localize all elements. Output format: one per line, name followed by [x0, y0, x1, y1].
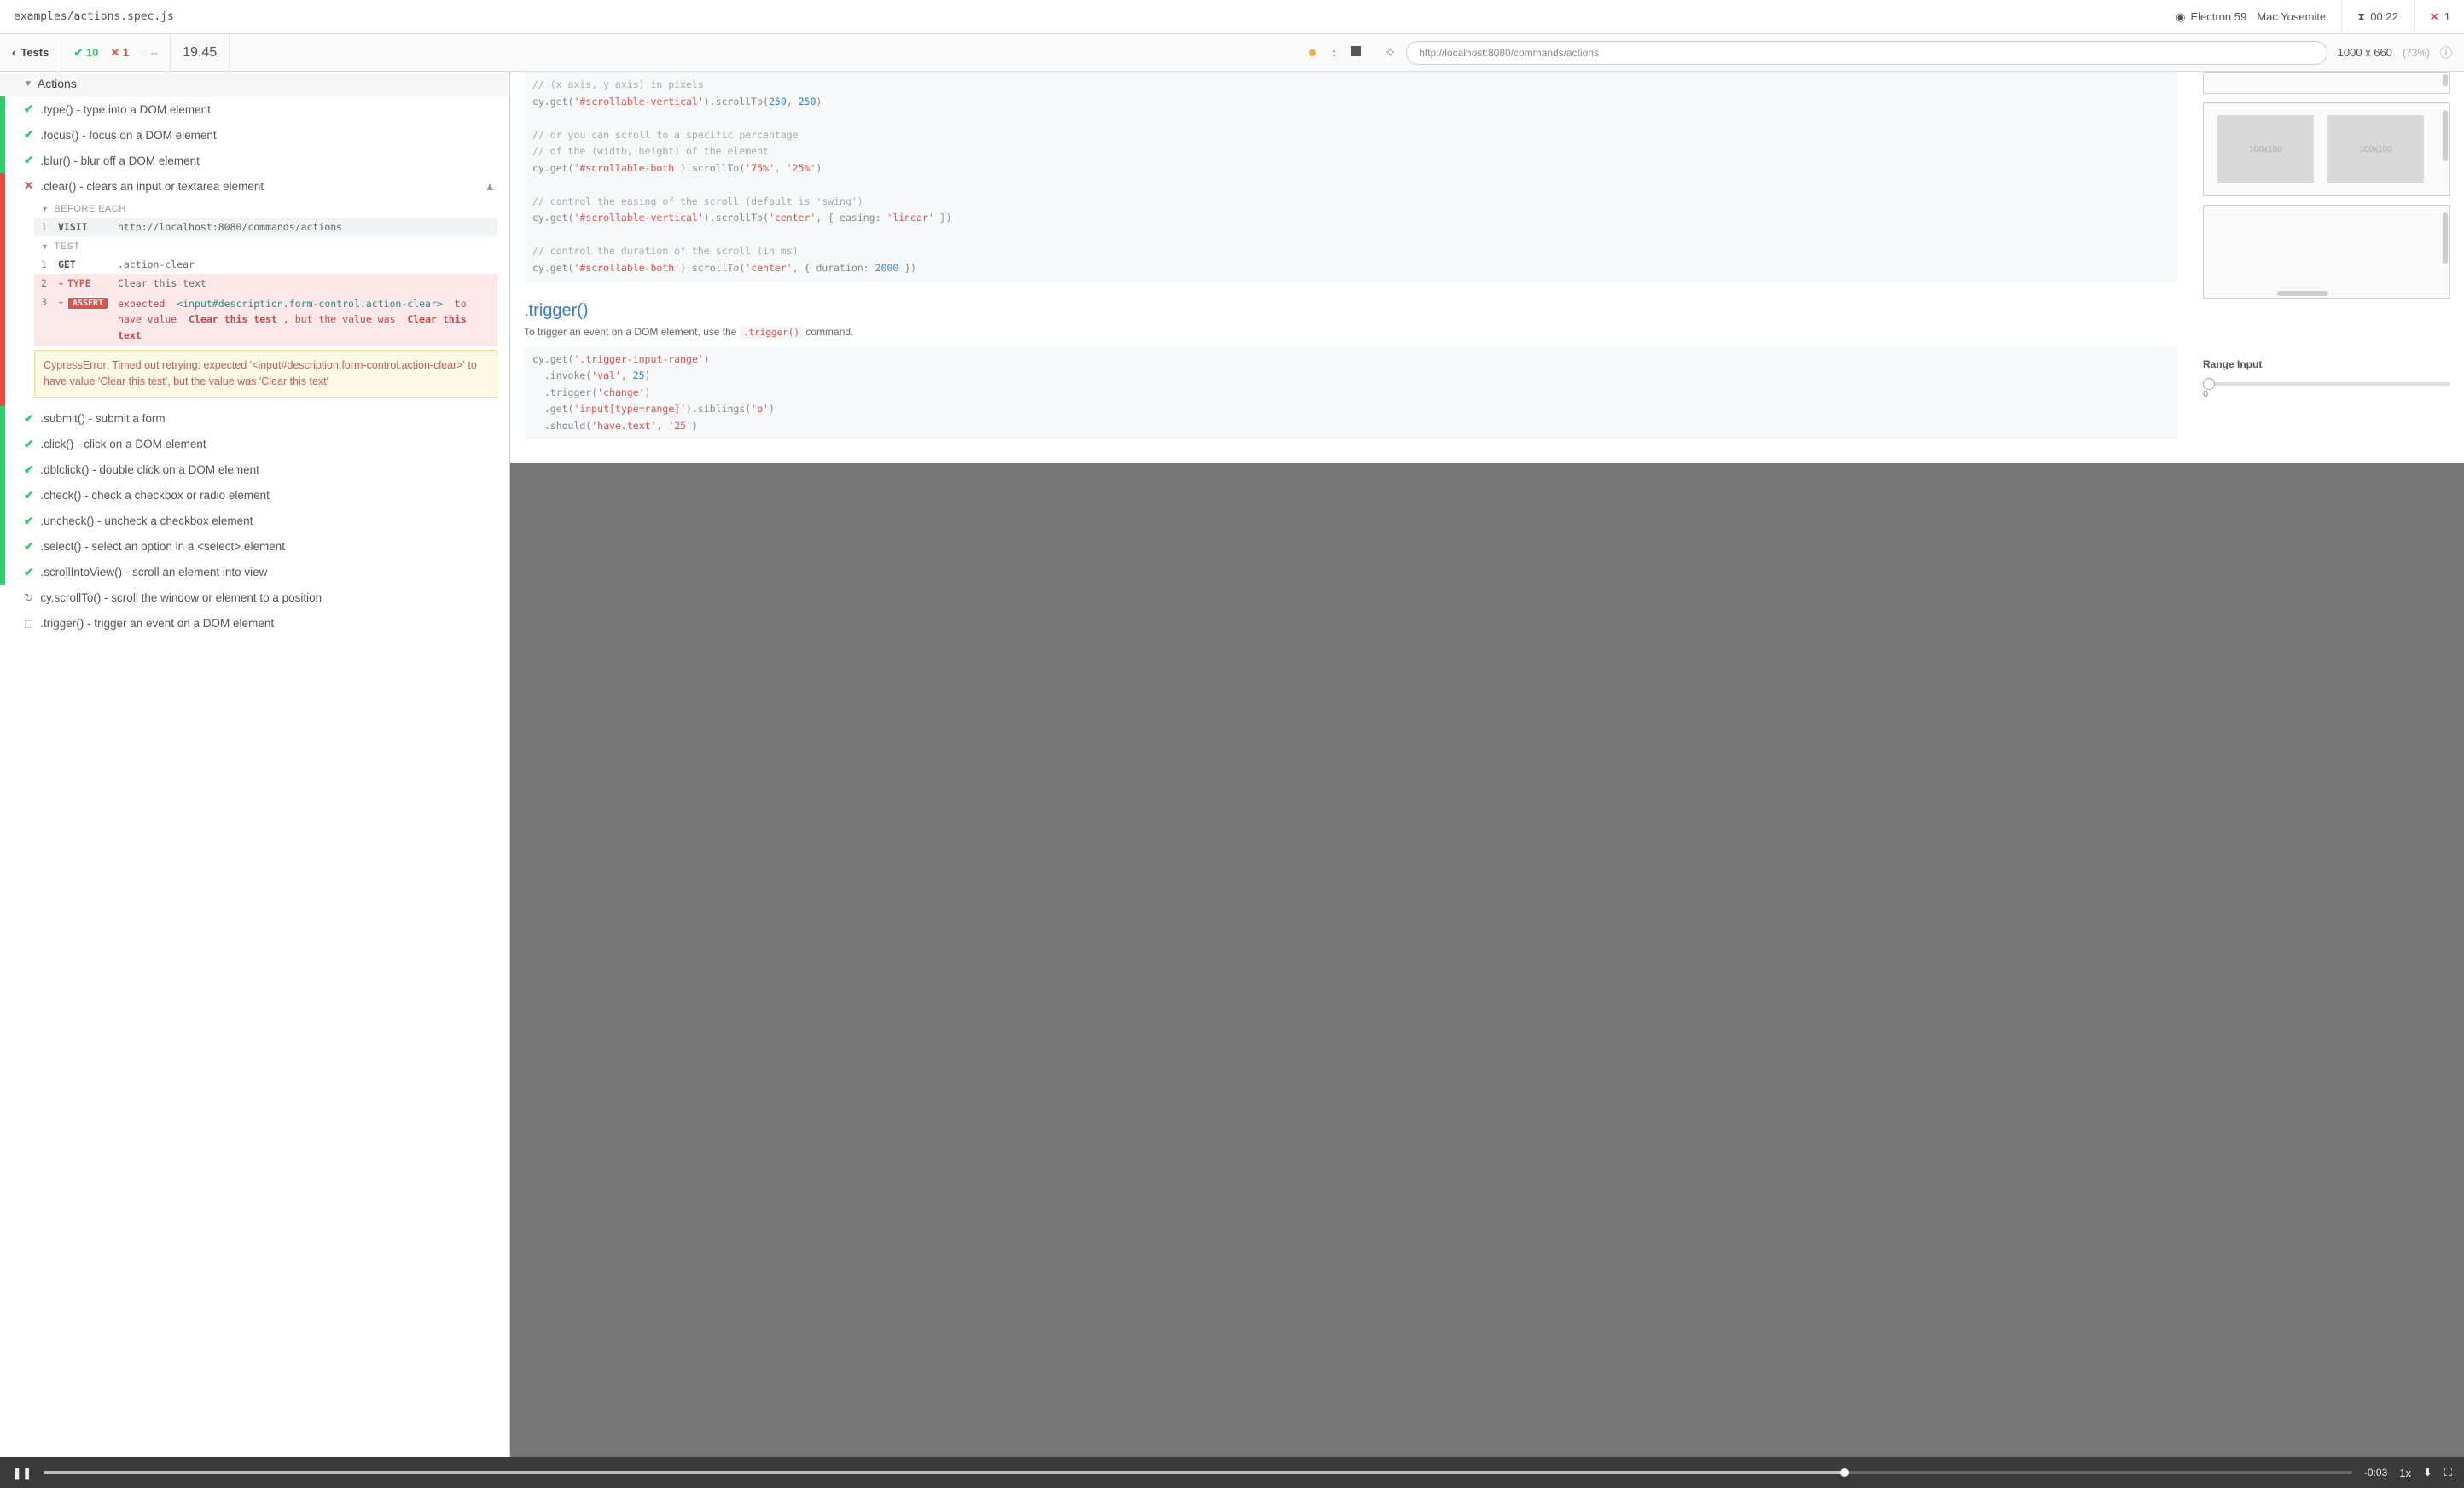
test-row-focus[interactable]: ✔.focus() - focus on a DOM element [0, 122, 509, 148]
test-row-clear[interactable]: ✕.clear() - clears an input or textarea … [0, 173, 509, 199]
check-icon: ✔ [24, 438, 33, 451]
stat-pending: ◌ -- [141, 46, 158, 59]
suite-name: Actions [38, 77, 77, 90]
check-icon: ✔ [24, 154, 33, 167]
run-controls: ↕ [1297, 34, 1373, 71]
browser-info[interactable]: ◉ Electron 59 Mac Yosemite [2176, 0, 2326, 34]
test-row-check[interactable]: ✔.check() - check a checkbox or radio el… [0, 483, 509, 509]
range-input[interactable] [2203, 382, 2450, 386]
browser-label: Electron 59 [2190, 10, 2246, 23]
check-icon: ✔ [24, 514, 33, 528]
video-controls: ❚❚ -0:03 1x ⬇ ⛶ [0, 1457, 2464, 1488]
stat-passed: ✔ 10 [73, 46, 98, 60]
main-split: ▼ Actions ✔.type() - type into a DOM ele… [0, 72, 2464, 1457]
stop-button[interactable] [1351, 46, 1361, 59]
test-row-submit[interactable]: ✔.submit() - submit a form [0, 406, 509, 432]
os-label: Mac Yosemite [2257, 10, 2326, 23]
aut-pane: // (x axis, y axis) in pixels cy.get('#s… [510, 72, 2464, 1457]
progress-bar[interactable] [44, 1471, 2351, 1474]
aut-url: http://localhost:8080/commands/actions [1419, 47, 1599, 59]
check-icon: ✔ [24, 566, 33, 579]
test-row-scrollto[interactable]: ↻cy.scrollTo() - scroll the window or el… [0, 585, 509, 611]
test-row-type[interactable]: ✔.type() - type into a DOM element [0, 96, 509, 122]
resize-toggle-icon[interactable]: ↕ [1331, 46, 1335, 59]
test-row-select[interactable]: ✔.select() - select an option in a <sele… [0, 534, 509, 560]
time-remaining: -0:03 [2364, 1467, 2387, 1479]
aut-header: ✧ http://localhost:8080/commands/actions… [1373, 34, 2464, 71]
test-row-trigger[interactable]: ◻.trigger() - trigger an event on a DOM … [0, 611, 509, 636]
pause-button[interactable]: ❚❚ [12, 1466, 32, 1480]
status-dot [1309, 46, 1316, 59]
pending-icon: ◻ [24, 617, 33, 631]
aut-background [510, 463, 2464, 1457]
info-icon[interactable]: ⓘ [2440, 44, 2452, 61]
viewport-size: 1000 x 660 [2338, 46, 2392, 59]
test-row-blur[interactable]: ✔.blur() - blur off a DOM element [0, 148, 509, 173]
range-label: Range Input [2203, 358, 2450, 370]
check-icon: ✔ [24, 412, 33, 426]
test-row-dblclick[interactable]: ✔.dblclick() - double click on a DOM ele… [0, 457, 509, 483]
expanded-test: ▼BEFORE EACH 1 VISIT http://localhost:80… [0, 199, 509, 406]
caret-down-icon: ▼ [24, 79, 32, 89]
before-each-label: ▼BEFORE EACH [34, 199, 497, 218]
header-right: ◉ Electron 59 Mac Yosemite ⧗ 00:22 ✕ 1 [2162, 0, 2464, 34]
hourglass-icon: ⧗ [2357, 10, 2365, 24]
range-value: 0 [2203, 389, 2450, 399]
fullscreen-icon[interactable]: ⛶ [2444, 1466, 2452, 1479]
scroll-box-both[interactable] [2203, 205, 2450, 299]
trigger-desc: To trigger an event on a DOM element, us… [524, 326, 2177, 338]
cmd-assert[interactable]: 3 -ASSERT expected <input#description.fo… [34, 293, 497, 346]
command-log[interactable]: ▼ Actions ✔.type() - type into a DOM ele… [0, 72, 510, 1457]
code-trigger: cy.get('.trigger-input-range') .invoke('… [524, 346, 2177, 440]
retry-icon: ↻ [24, 591, 33, 605]
download-icon[interactable]: ⬇ [2423, 1466, 2432, 1479]
placeholder-img: 100x100 [2217, 115, 2314, 183]
code-scrollto: // (x axis, y axis) in pixels cy.get('#s… [524, 72, 2177, 282]
x-icon: ✕ [2430, 10, 2439, 24]
progress-thumb[interactable] [1840, 1468, 1849, 1477]
aut-url-input[interactable]: http://localhost:8080/commands/actions [1406, 41, 2327, 65]
fail-count: 1 [2444, 10, 2450, 23]
fail-seg: ✕ 1 [2414, 0, 2450, 34]
cmd-get[interactable]: 1 GET .action-clear [34, 255, 497, 274]
cmd-type[interactable]: 2 -TYPE Clear this text [34, 274, 497, 293]
test-stats: ✔ 10 ✕ 1 ◌ -- [61, 34, 171, 71]
run-duration: 19.45 [171, 34, 230, 71]
x-icon: ✕ [24, 179, 33, 193]
test-row-uncheck[interactable]: ✔.uncheck() - uncheck a checkbox element [0, 509, 509, 534]
stat-failed: ✕ 1 [110, 46, 129, 60]
spec-path: examples/actions.spec.js [0, 10, 2162, 23]
toolbar: ‹ Tests ✔ 10 ✕ 1 ◌ -- 19.45 ↕ ✧ http://l… [0, 34, 2464, 72]
tests-back-button[interactable]: ‹ Tests [0, 34, 61, 71]
cmd-visit[interactable]: 1 VISIT http://localhost:8080/commands/a… [34, 218, 497, 236]
test-row-click[interactable]: ✔.click() - click on a DOM element [0, 432, 509, 457]
tests-label: Tests [20, 46, 49, 59]
header-bar: examples/actions.spec.js ◉ Electron 59 M… [0, 0, 2464, 34]
error-message: CypressError: Timed out retrying: expect… [34, 350, 497, 398]
speed-button[interactable]: 1x [2399, 1467, 2411, 1479]
scroll-box-squares[interactable]: 100x100 100x100 [2203, 102, 2450, 196]
aut-iframe[interactable]: // (x axis, y axis) in pixels cy.get('#s… [510, 72, 2464, 463]
browser-icon: ◉ [2176, 10, 2185, 24]
check-icon: ✔ [24, 463, 33, 477]
placeholder-img: 100x100 [2327, 115, 2424, 183]
chevron-left-icon: ‹ [12, 46, 15, 59]
duration-seg: ⧗ 00:22 [2341, 0, 2398, 34]
test-row-scrollintoview[interactable]: ✔.scrollIntoView() - scroll an element i… [0, 560, 509, 585]
test-section-label: ▼TEST [34, 236, 497, 255]
trigger-heading: .trigger() [524, 301, 2177, 321]
selector-playground-icon[interactable]: ✧ [1385, 44, 1396, 61]
duration-value: 00:22 [2370, 10, 2398, 23]
check-icon: ✔ [24, 128, 33, 142]
suite-row[interactable]: ▼ Actions [0, 72, 509, 96]
check-icon: ✔ [24, 102, 33, 116]
viewport-pct: (73%) [2403, 47, 2430, 59]
check-icon: ✔ [24, 540, 33, 554]
scroll-box-top[interactable] [2203, 72, 2450, 94]
warning-icon: ▲ [485, 180, 496, 193]
check-icon: ✔ [24, 489, 33, 503]
